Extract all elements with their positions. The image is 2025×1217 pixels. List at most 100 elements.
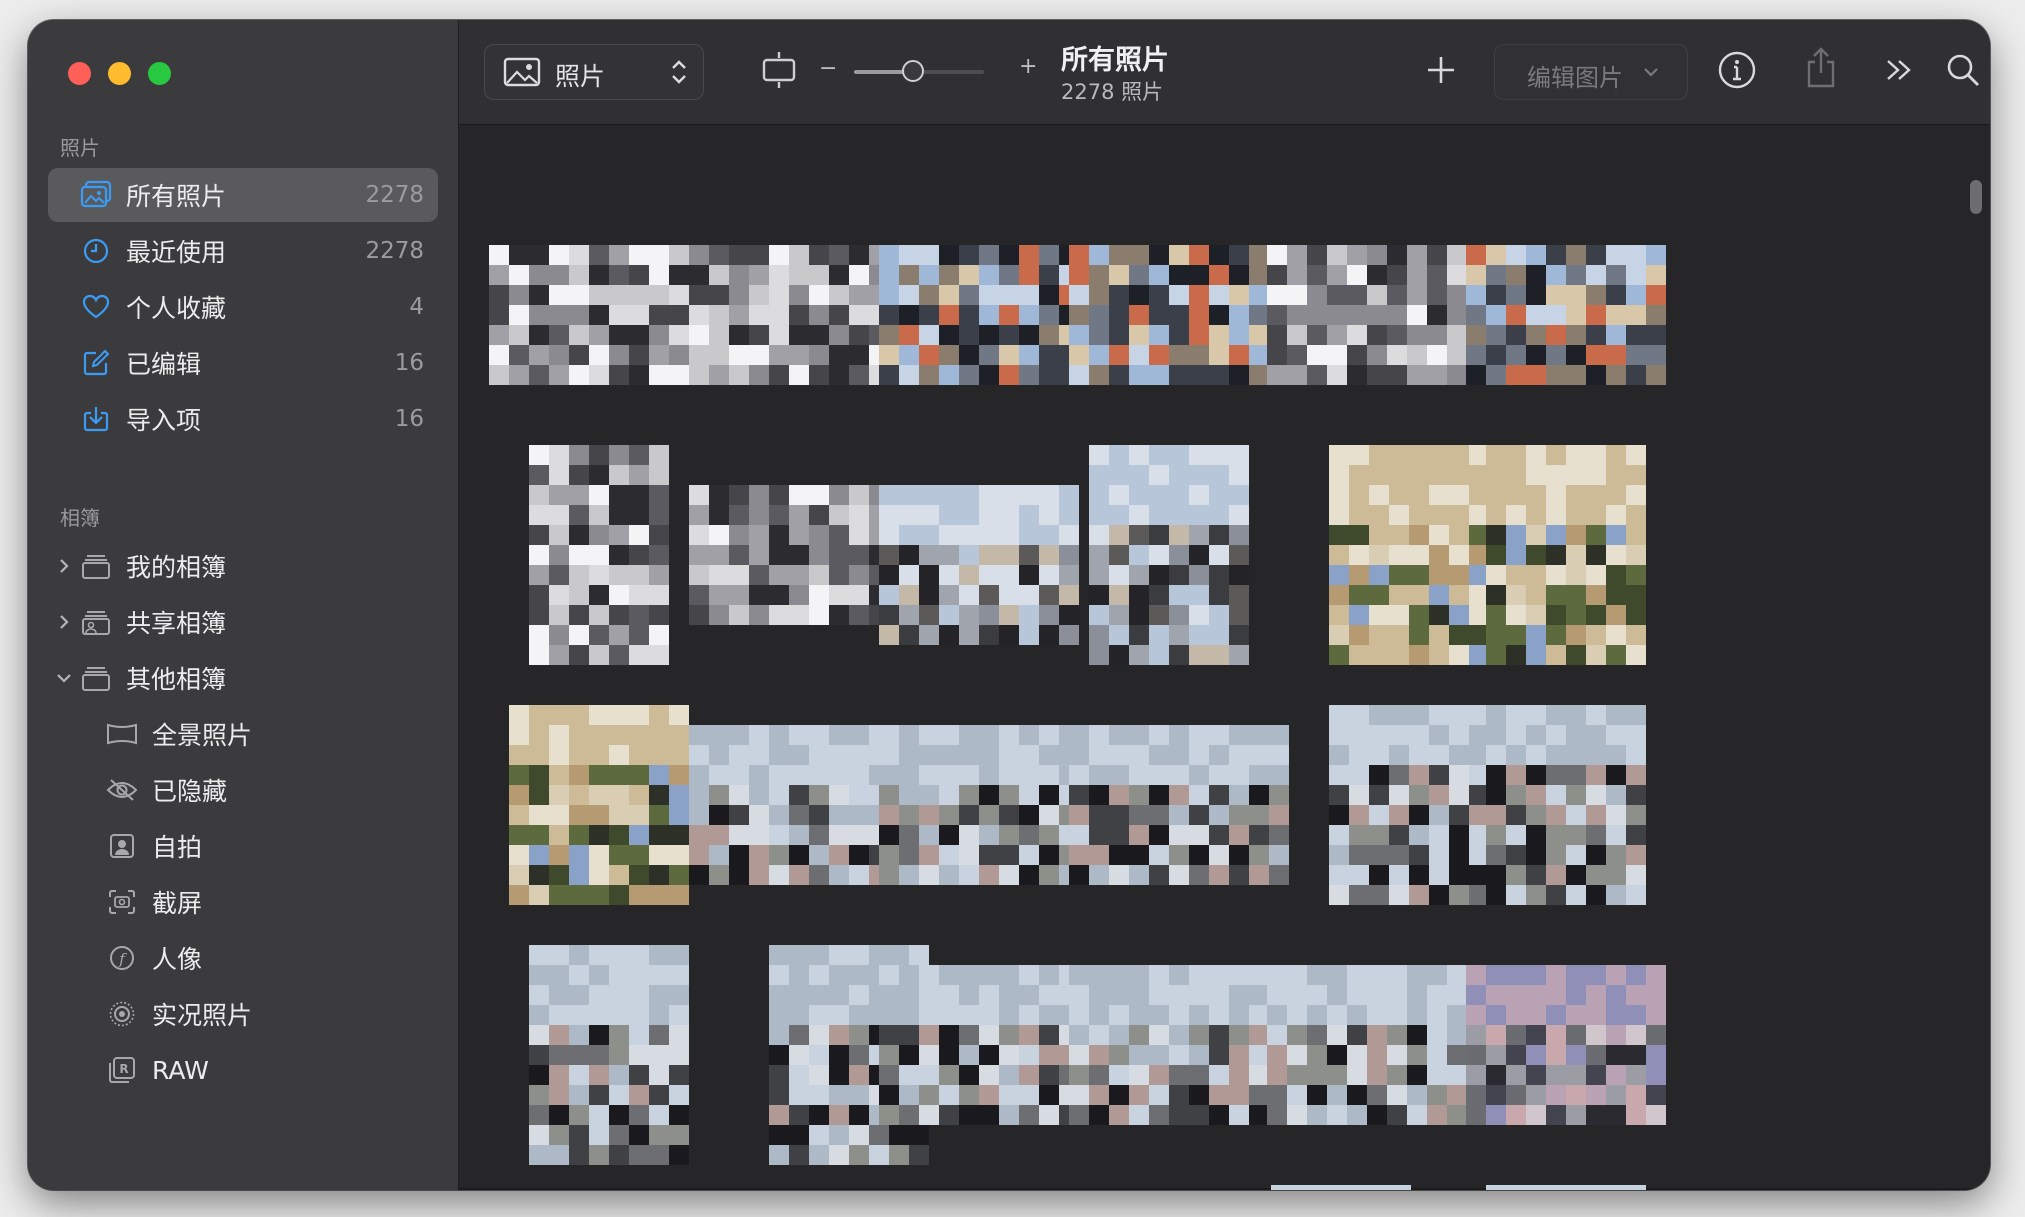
sidebar-item-label: 已编辑 — [126, 350, 202, 379]
chevron-down-icon[interactable] — [54, 668, 74, 688]
thumbnail-mosaic — [879, 965, 1079, 1125]
sidebar-item-live-photos[interactable]: 实况照片 — [48, 987, 438, 1041]
thumbnail-mosaic — [1267, 245, 1487, 385]
photo-thumbnail[interactable] — [1069, 965, 1289, 1125]
zoom-window-button[interactable] — [148, 62, 171, 85]
sidebar-item-other-albums[interactable]: 其他相簿 — [48, 651, 438, 705]
sidebar-item-label: 其他相簿 — [126, 665, 227, 694]
eye-slash-icon — [106, 774, 138, 806]
zoom-slider[interactable] — [854, 60, 984, 82]
chevron-right-icon[interactable] — [54, 612, 74, 632]
sidebar-item-count: 2278 — [365, 182, 424, 208]
photo-thumbnail[interactable] — [1486, 445, 1646, 665]
window-bottom-edge — [459, 1188, 1990, 1190]
sidebar-item-favorites[interactable]: 个人收藏 4 — [48, 280, 438, 334]
slideshow-button[interactable] — [759, 50, 799, 94]
sidebar-item-portraits[interactable]: f 人像 — [48, 931, 438, 985]
photo-thumbnail[interactable] — [1466, 245, 1666, 385]
sidebar-item-count: 4 — [409, 294, 424, 320]
photo-thumbnail[interactable] — [689, 485, 889, 625]
photo-thumbnail[interactable] — [1267, 965, 1487, 1125]
window-controls — [68, 62, 171, 85]
zoom-slider-thumb[interactable] — [901, 60, 924, 82]
section-title-photos: 照片 — [60, 136, 100, 160]
sidebar-item-screenshots[interactable]: 截屏 — [48, 875, 438, 929]
screenshot-icon — [106, 886, 138, 918]
portrait-icon: f — [106, 942, 138, 974]
sidebar-item-panoramas[interactable]: 全景照片 — [48, 707, 438, 761]
photo-thumbnail[interactable] — [1486, 1185, 1646, 1190]
up-down-chevron-icon — [669, 57, 689, 91]
zoom-in-label[interactable]: + — [1019, 54, 1037, 79]
sidebar-item-imports[interactable]: 导入项 16 — [48, 392, 438, 446]
scrollbar-thumb[interactable] — [1970, 180, 1982, 214]
sidebar-item-recent[interactable]: 最近使用 2278 — [48, 224, 438, 278]
more-tools-button[interactable] — [1879, 52, 1919, 92]
thumbnail-mosaic — [529, 945, 689, 1165]
photo-thumbnail[interactable] — [1267, 245, 1487, 385]
photo-thumbnail[interactable] — [1271, 1185, 1411, 1190]
chevron-right-icon[interactable] — [54, 556, 74, 576]
photo-thumbnail[interactable] — [509, 705, 689, 905]
sidebar-item-hidden[interactable]: 已隐藏 — [48, 763, 438, 817]
edit-image-button[interactable]: 编辑图片 — [1494, 44, 1688, 100]
photo-thumbnail[interactable] — [1069, 725, 1289, 885]
search-button[interactable] — [1941, 50, 1985, 94]
zoom-out-label[interactable]: − — [819, 56, 837, 81]
page-title: 所有照片 — [1061, 45, 1169, 76]
thumbnail-mosaic — [1466, 245, 1666, 385]
thumbnail-mosaic — [1069, 965, 1289, 1125]
photo-thumbnail[interactable] — [1069, 245, 1289, 385]
thumbnail-mosaic — [879, 485, 1079, 645]
photo-thumbnail[interactable] — [489, 245, 709, 385]
import-icon — [80, 403, 112, 435]
photo-thumbnail[interactable] — [1466, 965, 1666, 1125]
photo-thumbnail[interactable] — [1329, 705, 1489, 905]
thumbnail-mosaic — [879, 725, 1079, 885]
photo-thumbnail[interactable] — [879, 965, 1079, 1125]
view-selector[interactable]: 照片 — [484, 44, 704, 100]
sidebar-item-selfies[interactable]: 自拍 — [48, 819, 438, 873]
sidebar-item-label: 自拍 — [152, 833, 203, 862]
share-icon — [1804, 47, 1838, 93]
sidebar-item-label: 导入项 — [126, 406, 202, 435]
share-button[interactable] — [1799, 46, 1843, 94]
photo-thumbnail[interactable] — [879, 725, 1079, 885]
sidebar-item-count: 16 — [394, 350, 424, 376]
info-button[interactable] — [1715, 50, 1759, 94]
sidebar-item-label: 我的相簿 — [126, 553, 227, 582]
photo-thumbnail[interactable] — [1329, 445, 1489, 665]
sidebar-item-my-albums[interactable]: 我的相簿 — [48, 539, 438, 593]
photo-count: 2278 照片 — [1061, 80, 1164, 104]
chevron-down-icon — [1643, 63, 1659, 82]
sidebar-item-count: 2278 — [365, 238, 424, 264]
photo-thumbnail[interactable] — [1089, 445, 1249, 665]
photo-thumbnail[interactable] — [879, 245, 1079, 385]
photo-thumbnail[interactable] — [1486, 705, 1646, 905]
thumbnail-mosaic — [1069, 245, 1289, 385]
photo-thumbnail[interactable] — [529, 445, 669, 665]
sidebar-item-edited[interactable]: 已编辑 16 — [48, 336, 438, 390]
minimize-window-button[interactable] — [108, 62, 131, 85]
edit-image-label: 编辑图片 — [1527, 64, 1623, 92]
photo-thumbnail[interactable] — [529, 945, 689, 1165]
sidebar-item-raw[interactable]: R RAW — [48, 1043, 438, 1097]
sidebar-item-label: 所有照片 — [126, 182, 227, 211]
thumbnail-mosaic — [1486, 445, 1646, 665]
svg-text:f: f — [118, 950, 127, 968]
photo-thumbnail[interactable] — [689, 245, 889, 385]
photo-grid[interactable] — [459, 125, 1990, 1190]
add-button[interactable] — [1421, 52, 1461, 92]
sidebar-item-label: 个人收藏 — [126, 294, 227, 323]
thumbnail-mosaic — [689, 245, 889, 385]
photo-thumbnail[interactable] — [879, 485, 1079, 645]
thumbnail-mosaic — [1466, 965, 1666, 1125]
photo-thumbnail[interactable] — [689, 725, 889, 885]
sidebar-item-all-photos[interactable]: 所有照片 2278 — [48, 168, 438, 222]
album-stack-icon — [80, 662, 112, 694]
sidebar-item-shared-albums[interactable]: 共享相簿 — [48, 595, 438, 649]
close-window-button[interactable] — [68, 62, 91, 85]
thumbnail-mosaic — [689, 485, 889, 625]
photo-icon — [503, 57, 541, 91]
selfie-icon — [106, 830, 138, 862]
